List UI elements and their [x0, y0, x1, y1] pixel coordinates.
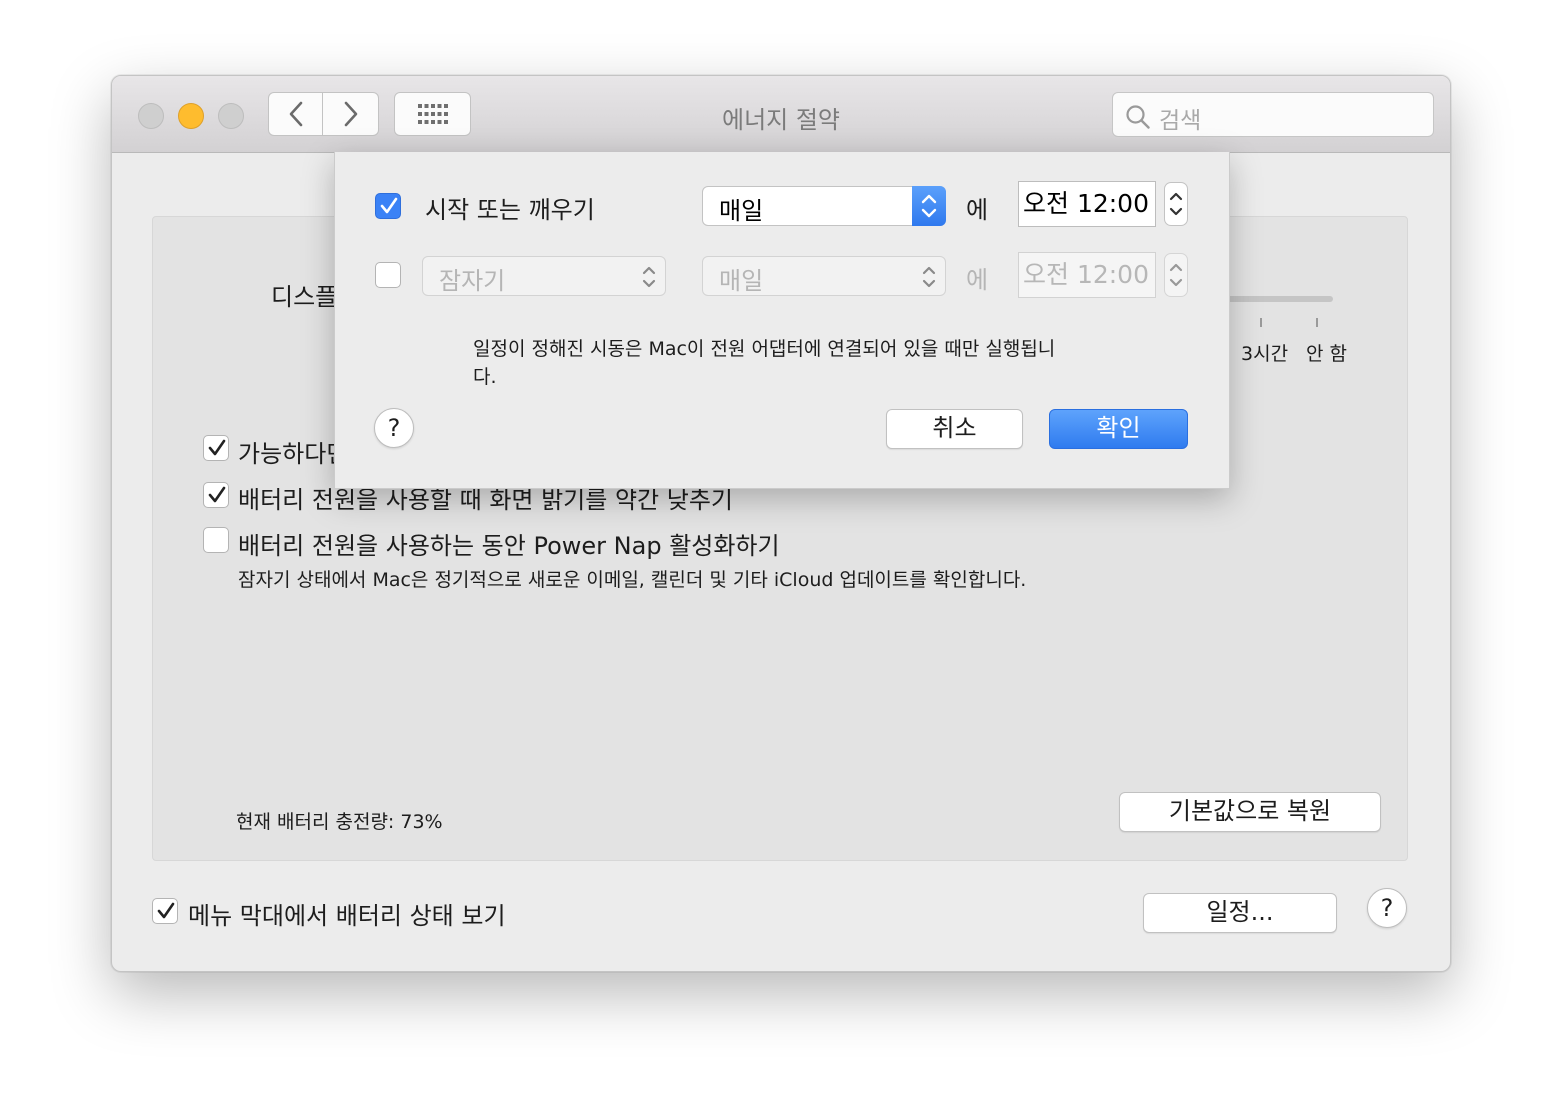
popup-arrows-icon [922, 266, 936, 288]
cancel-button[interactable]: 취소 [886, 409, 1023, 449]
restore-defaults-button[interactable]: 기본값으로 복원 [1119, 792, 1381, 832]
schedule-sheet: 시작 또는 깨우기 매일 에 오전 12:00 잠자기 매일 에 오전 12:0… [334, 152, 1230, 489]
wake-time-stepper[interactable] [1164, 182, 1188, 226]
checkbox-show-battery-menu-bar[interactable] [152, 898, 178, 924]
checkbox-power-nap[interactable] [203, 527, 229, 553]
sleep-frequency-value: 매일 [719, 267, 764, 295]
slider-tick [1316, 318, 1318, 327]
battery-charge-status: 현재 배터리 충전량: 73% [236, 811, 443, 833]
wake-frequency-popup[interactable]: 매일 [702, 186, 946, 226]
schedule-button[interactable]: 일정... [1143, 893, 1337, 933]
popup-arrows-icon [912, 186, 946, 226]
checkbox-start-or-wake[interactable] [375, 193, 401, 219]
stepper-arrows-icon [1169, 263, 1183, 287]
title-bar: 에너지 절약 검색 [112, 76, 1450, 153]
checkbox-hard-disk-sleep[interactable] [203, 435, 229, 461]
checkmark-icon [208, 486, 226, 503]
popup-arrows-icon [642, 266, 656, 288]
option-label-hard-disk-sleep: 가능하다면 [238, 440, 349, 468]
menu-bar-battery-label: 메뉴 막대에서 배터리 상태 보기 [188, 902, 506, 930]
checkmark-icon [208, 439, 226, 456]
sheet-help-button[interactable]: ? [374, 408, 414, 448]
help-button[interactable]: ? [1367, 888, 1407, 928]
schedule-note-line2: 다. [473, 366, 497, 388]
slider-tick [1260, 318, 1262, 327]
power-nap-description: 잠자기 상태에서 Mac은 정기적으로 새로운 이메일, 캘린더 및 기타 iC… [238, 569, 1027, 591]
checkmark-icon [157, 902, 175, 919]
start-or-wake-label: 시작 또는 깨우기 [425, 196, 595, 224]
sleep-action-value: 잠자기 [439, 267, 506, 295]
sleep-action-popup[interactable]: 잠자기 [422, 256, 666, 296]
schedule-note-line1: 일정이 정해진 시동은 Mac이 전원 어댑터에 연결되어 있을 때만 실행됩니 [473, 338, 1056, 360]
checkmark-icon [380, 197, 398, 214]
stepper-arrows-icon [1169, 192, 1183, 216]
checkbox-sleep-schedule[interactable] [375, 262, 401, 288]
checkbox-dim-display[interactable] [203, 482, 229, 508]
search-field[interactable]: 검색 [1112, 92, 1434, 137]
option-label-power-nap: 배터리 전원을 사용하는 동안 Power Nap 활성화하기 [238, 532, 780, 560]
wake-time-field[interactable]: 오전 12:00 [1018, 181, 1156, 227]
wake-frequency-value: 매일 [719, 197, 764, 225]
search-icon [1126, 105, 1150, 129]
slider-tick-label-3h: 3시간 [1241, 343, 1289, 365]
at-label: 에 [966, 196, 989, 224]
sleep-time-stepper[interactable] [1164, 253, 1188, 297]
search-placeholder: 검색 [1159, 108, 1202, 134]
sleep-frequency-popup[interactable]: 매일 [702, 256, 946, 296]
ok-button[interactable]: 확인 [1049, 409, 1188, 449]
display-sleep-label: 디스플 [271, 283, 338, 311]
display-sleep-slider[interactable] [1223, 296, 1333, 302]
at-label-disabled: 에 [966, 266, 989, 294]
slider-tick-label-never: 안 함 [1306, 343, 1347, 365]
sleep-time-field[interactable]: 오전 12:00 [1018, 252, 1156, 298]
